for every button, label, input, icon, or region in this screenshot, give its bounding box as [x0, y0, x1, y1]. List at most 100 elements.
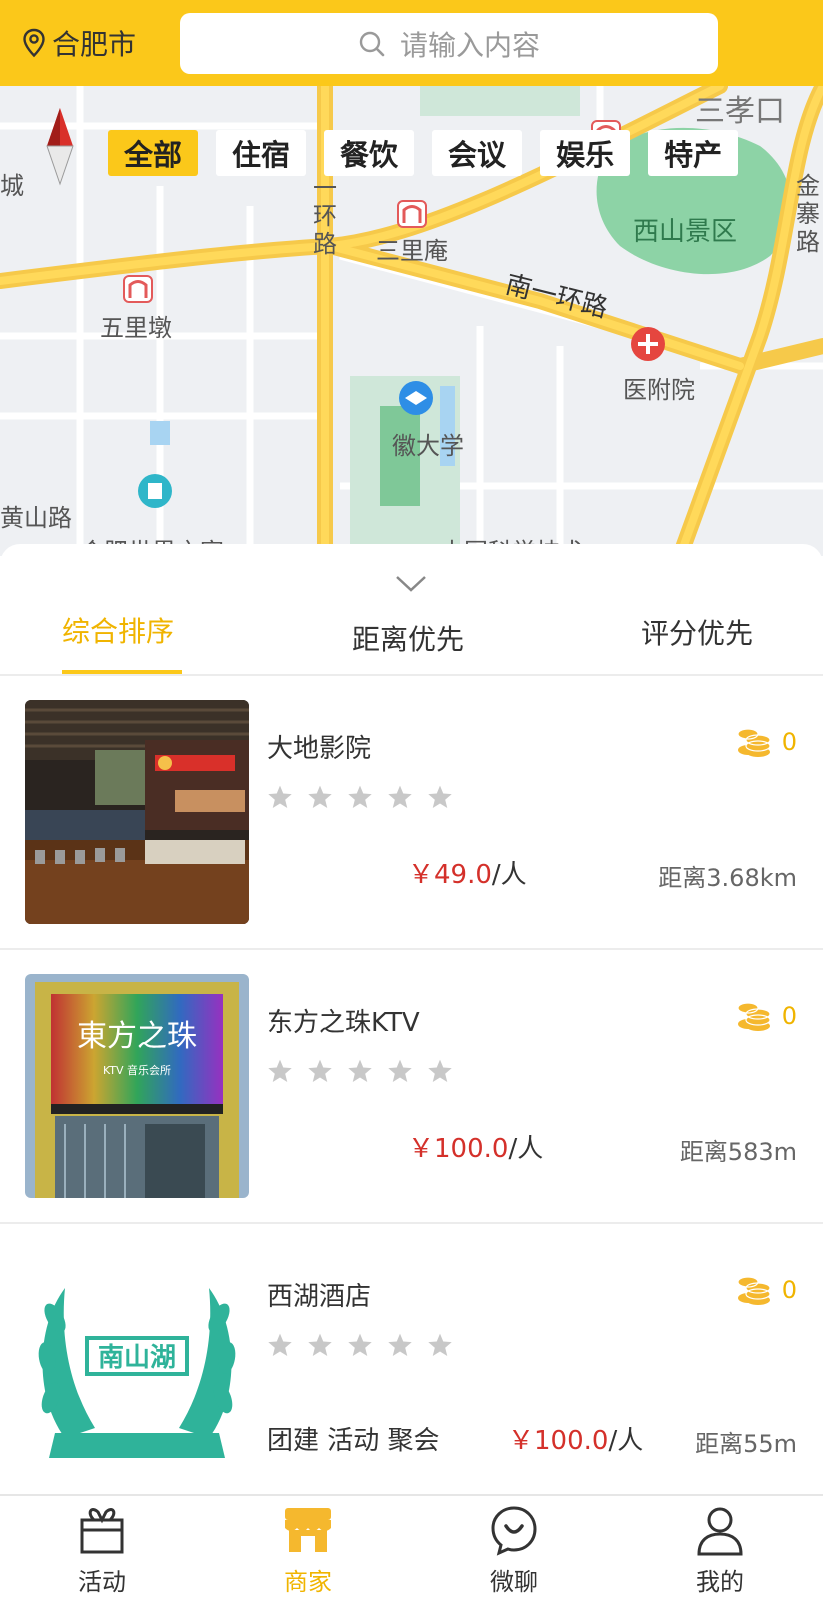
nav-label: 微聊 — [490, 1568, 538, 1596]
star-icon — [268, 1333, 292, 1357]
price-prefix: ￥ — [508, 1426, 535, 1456]
map-label: 一环路 — [313, 174, 337, 258]
category-tab-meeting[interactable]: 会议 — [432, 130, 523, 176]
coins-icon — [737, 728, 771, 757]
nav-item-chat[interactable]: 微聊 — [454, 1504, 574, 1597]
coin-value: 0 — [781, 728, 797, 756]
coin-count: 0 — [736, 726, 797, 758]
category-tab-dining[interactable]: 餐饮 — [324, 130, 415, 176]
gift-icon — [80, 1508, 124, 1554]
merchant-distance: 距离55m — [695, 1430, 797, 1458]
star-icon — [388, 1059, 412, 1083]
compass-icon[interactable] — [44, 106, 76, 186]
nav-item-profile[interactable]: 我的 — [660, 1504, 780, 1597]
sort-tab-distance[interactable]: 距离优先 — [352, 618, 464, 658]
top-bar: 合肥市 请输入内容 — [0, 0, 823, 86]
category-tab-lodging[interactable]: 住宿 — [216, 130, 307, 176]
nav-label: 商家 — [284, 1568, 332, 1596]
nav-label: 我的 — [696, 1568, 744, 1596]
map-label: 西山景区 — [633, 217, 738, 247]
ktv-logo-text: 東方之珠 — [77, 1019, 197, 1054]
map-view[interactable]: 三孝口 城 金寨路 西山景区 一环路 三里庵 南一环路 五里墩 医附院 徽大学 … — [0, 86, 823, 556]
star-icon — [348, 785, 372, 809]
merchant-sheet: 综合排序 距离优先 评分优先 大地影院 0 ￥49.0/人 距离3.68km 東… — [0, 544, 823, 1494]
coin-value: 0 — [781, 1276, 797, 1304]
map-label: 五里墩 — [100, 314, 172, 342]
city-selector[interactable]: 合肥市 — [22, 22, 136, 64]
star-icon — [388, 1333, 412, 1357]
merchant-price: ￥49.0/人 — [408, 854, 527, 891]
category-tab-specialty[interactable]: 特产 — [648, 130, 739, 176]
merchant-thumbnail: 南山湖 — [25, 1248, 249, 1472]
sort-tab-rating[interactable]: 评分优先 — [641, 612, 753, 652]
merchant-item[interactable]: 大地影院 0 ￥49.0/人 距离3.68km — [0, 676, 823, 950]
category-tab-entertainment[interactable]: 娱乐 — [540, 130, 631, 176]
map-label: 金寨路 — [796, 172, 820, 256]
price-unit: /人 — [508, 1134, 544, 1164]
rating-stars — [267, 1058, 453, 1084]
coin-count: 0 — [736, 1274, 797, 1306]
city-label: 合肥市 — [52, 28, 137, 61]
chat-icon — [491, 1506, 537, 1556]
coins-icon — [737, 1276, 771, 1305]
merchant-price: ￥100.0/人 — [408, 1128, 543, 1165]
merchant-thumbnail — [25, 700, 249, 924]
price-amount: 100.0 — [534, 1426, 609, 1456]
merchant-distance: 距离583m — [679, 1138, 797, 1166]
merchant-price: ￥100.0/人 — [508, 1420, 643, 1457]
chevron-down-icon[interactable] — [394, 574, 428, 594]
price-amount: 49.0 — [434, 860, 492, 890]
merchant-item[interactable]: 東方之珠 KTV 音乐会所 东方之珠KTV 0 ￥100.0/人 距离583m — [0, 950, 823, 1224]
star-icon — [388, 785, 412, 809]
merchant-item[interactable]: 南山湖 西湖酒店 0 团建 活动 聚会 ￥100.0/人 距离55m — [0, 1224, 823, 1498]
price-prefix: ￥ — [408, 1134, 435, 1164]
map-label: 三孝口 — [695, 94, 785, 129]
map-label: 徽大学 — [392, 432, 464, 460]
shop-icon — [285, 1508, 331, 1552]
search-placeholder: 请输入内容 — [399, 28, 540, 62]
coins-icon — [737, 1002, 771, 1031]
merchant-name: 西湖酒店 — [267, 1282, 372, 1312]
merchant-name: 东方之珠KTV — [267, 1008, 420, 1038]
star-icon — [308, 785, 332, 809]
nav-item-merchants[interactable]: 商家 — [248, 1504, 368, 1597]
nav-label: 活动 — [78, 1568, 126, 1596]
map-label: 黄山路 — [0, 504, 72, 532]
map-label: 医附院 — [623, 376, 695, 404]
nav-item-activity[interactable]: 活动 — [42, 1504, 162, 1597]
coin-value: 0 — [781, 1002, 797, 1030]
coin-count: 0 — [736, 1000, 797, 1032]
price-unit: /人 — [608, 1426, 644, 1456]
hotel-logo-text: 南山湖 — [98, 1343, 176, 1373]
user-icon — [697, 1507, 743, 1556]
category-tabs: 全部 住宿 餐饮 会议 娱乐 特产 — [108, 130, 739, 176]
merchant-distance: 距离3.68km — [658, 864, 797, 892]
price-amount: 100.0 — [434, 1134, 509, 1164]
star-icon — [268, 1059, 292, 1083]
price-prefix: ￥ — [408, 860, 435, 890]
map-label: 三里庵 — [376, 237, 448, 265]
star-icon — [268, 785, 292, 809]
star-icon — [308, 1059, 332, 1083]
search-icon — [359, 31, 385, 56]
category-tab-all[interactable]: 全部 — [108, 130, 199, 176]
merchant-thumbnail: 東方之珠 KTV 音乐会所 — [25, 974, 249, 1198]
map-label: 城 — [0, 172, 24, 200]
sort-tab-overall[interactable]: 综合排序 — [62, 610, 174, 650]
merchant-tags: 团建 活动 聚会 — [267, 1426, 440, 1456]
star-icon — [428, 1059, 452, 1083]
rating-stars — [267, 1332, 453, 1358]
rating-stars — [267, 784, 453, 810]
bottom-nav: 活动 商家 微聊 我的 — [0, 1494, 823, 1600]
ktv-subtitle: KTV 音乐会所 — [103, 1063, 171, 1077]
star-icon — [428, 1333, 452, 1357]
merchant-name: 大地影院 — [267, 734, 372, 764]
sort-tabs: 综合排序 距离优先 评分优先 — [0, 608, 823, 668]
star-icon — [348, 1059, 372, 1083]
star-icon — [308, 1333, 332, 1357]
search-input[interactable]: 请输入内容 — [180, 13, 718, 74]
location-pin-icon — [23, 28, 45, 58]
price-unit: /人 — [491, 860, 527, 890]
star-icon — [348, 1333, 372, 1357]
star-icon — [428, 785, 452, 809]
